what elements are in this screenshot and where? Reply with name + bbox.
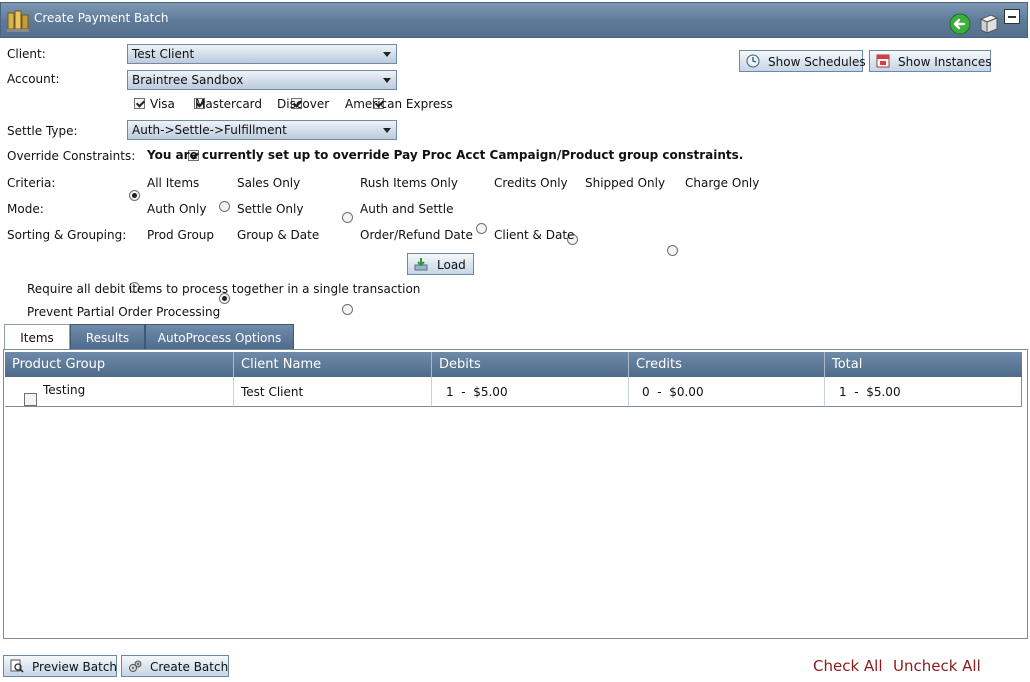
app-icon: [7, 9, 29, 33]
mode-settle-only-label: Settle Only: [237, 202, 304, 216]
product-group-cell: Testing: [43, 383, 86, 397]
discover-label: Discover: [277, 97, 330, 111]
column-header-client-name[interactable]: Client Name: [234, 352, 432, 377]
prevent-partial-label: Prevent Partial Order Processing: [27, 305, 221, 319]
chevron-down-icon: [383, 52, 391, 57]
mode-auth-only-label: Auth Only: [147, 202, 207, 216]
client-combo[interactable]: Test Client: [127, 44, 397, 64]
preview-batch-button[interactable]: Preview Batch: [3, 655, 117, 677]
client-label: Client:: [7, 47, 46, 61]
chevron-down-icon: [383, 78, 391, 83]
sorting-order-refund-date-label: Order/Refund Date: [360, 228, 473, 242]
show-instances-label: Show Instances: [898, 55, 992, 69]
criteria-all-items-radio[interactable]: [129, 190, 140, 201]
client-name-cell: Test Client: [234, 377, 432, 407]
create-batch-button[interactable]: Create Batch: [121, 655, 229, 677]
printer-icon[interactable]: [977, 12, 999, 34]
total-cell: 1 - $5.00: [825, 377, 1022, 407]
settle-type-combo[interactable]: Auth->Settle->Fulfillment: [127, 120, 397, 140]
preview-batch-label: Preview Batch: [32, 660, 118, 674]
uncheck-all-link[interactable]: Uncheck All: [893, 657, 981, 675]
settle-type-value: Auth->Settle->Fulfillment: [132, 123, 287, 137]
column-header-product-group[interactable]: Product Group: [5, 352, 234, 377]
criteria-sales-only-label: Sales Only: [237, 176, 301, 190]
visa-label: Visa: [150, 97, 175, 111]
criteria-rush-items-only-label: Rush Items Only: [360, 176, 458, 190]
mode-auth-and-settle-label: Auth and Settle: [360, 202, 454, 216]
account-label: Account:: [7, 72, 60, 86]
criteria-charge-only-label: Charge Only: [685, 176, 760, 190]
show-schedules-label: Show Schedules: [768, 55, 866, 69]
gear-icon: [128, 659, 142, 673]
row-select-checkbox[interactable]: [24, 393, 37, 406]
load-label: Load: [437, 258, 466, 272]
require-debit-label: Require all debit items to process toget…: [27, 282, 421, 296]
credits-cell: 0 - $0.00: [629, 377, 825, 407]
criteria-label: Criteria:: [7, 176, 56, 190]
criteria-all-items-label: All Items: [147, 176, 200, 190]
show-instances-button[interactable]: Show Instances: [869, 50, 992, 72]
sorting-client-date-label: Client & Date: [494, 228, 575, 242]
tab-items[interactable]: Items: [4, 324, 70, 350]
settle-type-label: Settle Type:: [7, 124, 78, 138]
criteria-sales-only-radio[interactable]: [219, 201, 230, 212]
chevron-down-icon: [383, 128, 391, 133]
american-express-label: American Express: [345, 97, 453, 111]
table-row-product-group[interactable]: Testing: [5, 377, 234, 407]
column-header-total[interactable]: Total: [825, 352, 1022, 377]
magnifier-icon: [10, 659, 24, 673]
override-label: Override Constraints:: [7, 149, 136, 163]
criteria-shipped-only-label: Shipped Only: [585, 176, 666, 190]
mastercard-label: Mastercard: [195, 97, 263, 111]
column-header-credits[interactable]: Credits: [629, 352, 825, 377]
mode-label: Mode:: [7, 202, 44, 216]
client-value: Test Client: [132, 47, 195, 61]
criteria-rush-items-only-radio[interactable]: [342, 212, 353, 223]
load-icon: [414, 257, 428, 271]
window-title: Create Payment Batch: [34, 11, 169, 25]
calendar-icon: [876, 54, 890, 68]
account-value: Braintree Sandbox: [132, 73, 244, 87]
override-text: You are currently set up to override Pay…: [147, 148, 744, 162]
criteria-charge-only-radio[interactable]: [667, 245, 678, 256]
tab-autoprocess-options[interactable]: AutoProcess Options: [145, 324, 294, 350]
account-combo[interactable]: Braintree Sandbox: [127, 70, 397, 90]
column-header-debits[interactable]: Debits: [432, 352, 629, 377]
check-all-link[interactable]: Check All: [813, 657, 883, 675]
tab-results[interactable]: Results: [70, 324, 145, 350]
mode-auth-and-settle-radio[interactable]: [342, 304, 353, 315]
criteria-credits-only-label: Credits Only: [494, 176, 568, 190]
clock-icon: [746, 54, 760, 68]
load-button[interactable]: Load: [407, 253, 474, 275]
sorting-prod-group-label: Prod Group: [147, 228, 215, 242]
show-schedules-button[interactable]: Show Schedules: [739, 50, 866, 72]
criteria-credits-only-radio[interactable]: [476, 223, 487, 234]
sorting-group-date-label: Group & Date: [237, 228, 320, 242]
minimize-icon[interactable]: [1004, 9, 1020, 24]
back-arrow-icon[interactable]: [949, 13, 971, 35]
debits-cell: 1 - $5.00: [432, 377, 629, 407]
sorting-label: Sorting & Grouping:: [7, 228, 127, 242]
create-batch-label: Create Batch: [150, 660, 229, 674]
visa-checkbox[interactable]: [134, 98, 145, 109]
